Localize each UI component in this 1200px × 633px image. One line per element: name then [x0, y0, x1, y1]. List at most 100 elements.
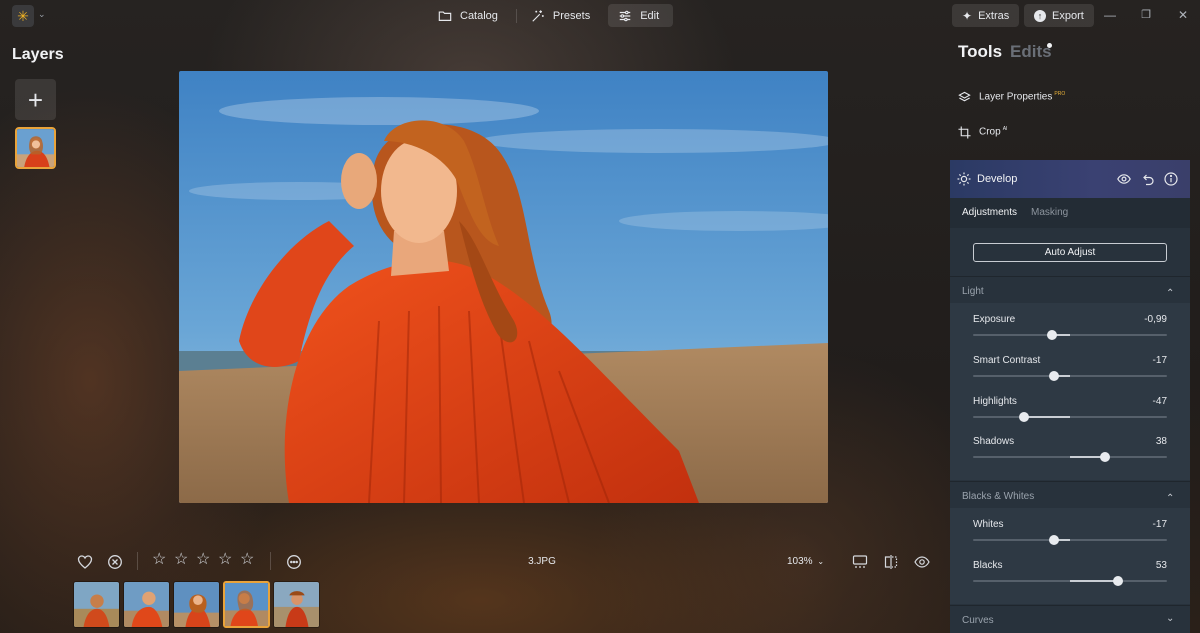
section-light-header[interactable]: Light — [962, 286, 984, 297]
main-photo[interactable] — [179, 71, 828, 503]
upload-circle-icon: ↑ — [1034, 9, 1046, 22]
tab-edits[interactable]: Edits — [1010, 42, 1052, 62]
zoom-value: 103% — [787, 556, 813, 567]
export-label: Export — [1052, 9, 1084, 22]
app-logo-button[interactable]: ✳ — [12, 5, 34, 27]
folder-icon — [438, 10, 452, 21]
blacks-value[interactable]: 53 — [1117, 560, 1167, 571]
sliders-icon — [619, 10, 631, 21]
blacks-label: Blacks — [973, 560, 1003, 571]
undo-icon[interactable] — [1141, 172, 1155, 186]
section-divider — [950, 481, 1190, 482]
section-divider — [950, 605, 1190, 606]
edits-indicator-dot — [1047, 43, 1052, 48]
tab-tools[interactable]: Tools — [958, 42, 1002, 62]
filmstrip-item[interactable] — [173, 581, 220, 628]
filmstrip-item-image — [74, 582, 119, 627]
layers-title: Layers — [12, 46, 64, 63]
tab-adjustments[interactable]: Adjustments — [962, 207, 1017, 218]
filmstrip-item-image — [124, 582, 169, 627]
filmstrip-item[interactable] — [273, 581, 320, 628]
chevron-up-icon[interactable]: ⌃ — [1166, 493, 1174, 504]
close-icon[interactable]: ✕ — [1176, 8, 1190, 22]
file-name: 3.JPG — [528, 556, 556, 567]
rating-star-5-icon[interactable]: ☆ — [240, 552, 254, 568]
nav-edit-label: Edit — [640, 9, 660, 22]
highlights-track[interactable] — [973, 412, 1167, 422]
tool-crop[interactable]: Crop AI — [958, 122, 1007, 142]
restore-icon[interactable]: ❐ — [1139, 8, 1153, 21]
whites-label: Whites — [973, 519, 1004, 530]
layer-properties-label: Layer Properties — [979, 91, 1053, 103]
smart-contrast-handle[interactable] — [1048, 371, 1059, 381]
exposure-track[interactable] — [973, 330, 1167, 340]
light-section — [950, 303, 1190, 480]
zoom-dropdown[interactable]: 103% ⌄ — [787, 556, 824, 567]
filmstrip-item[interactable] — [73, 581, 120, 628]
filmstrip-item[interactable] — [123, 581, 170, 628]
extras-label: Extras — [978, 9, 1010, 22]
nav-presets-label: Presets — [552, 9, 591, 22]
section-blacks-whites-header[interactable]: Blacks & Whites — [962, 491, 1034, 502]
chevron-down-icon[interactable]: ⌄ — [38, 9, 46, 20]
smart-contrast-value[interactable]: -17 — [1117, 355, 1167, 366]
exposure-value[interactable]: -0,99 — [1117, 314, 1167, 325]
highlights-value[interactable]: -47 — [1117, 396, 1167, 407]
more-options-icon[interactable] — [286, 554, 302, 570]
rating-star-4-icon[interactable]: ☆ — [218, 552, 232, 568]
auto-adjust-button[interactable]: Auto Adjust — [973, 243, 1167, 262]
chevron-down-icon[interactable]: ⌄ — [1166, 613, 1174, 624]
extras-button[interactable]: ✦ Extras — [952, 4, 1020, 27]
toolbar-divider — [137, 552, 138, 570]
whites-track[interactable] — [973, 535, 1167, 545]
layer-thumbnail-image — [17, 129, 54, 167]
whites-handle[interactable] — [1048, 535, 1059, 545]
chevron-down-icon: ⌄ — [817, 557, 825, 566]
shadows-value[interactable]: 38 — [1117, 436, 1167, 447]
nav-edit[interactable]: Edit — [608, 4, 674, 27]
export-button[interactable]: ↑ Export — [1024, 4, 1094, 27]
rating-star-1-icon[interactable]: ☆ — [152, 552, 166, 568]
blacks-track[interactable] — [973, 576, 1167, 586]
filmstrip — [73, 581, 320, 628]
whites-value[interactable]: -17 — [1117, 519, 1167, 530]
info-icon[interactable] — [1164, 172, 1178, 186]
rating-star-2-icon[interactable]: ☆ — [174, 552, 188, 568]
highlights-label: Highlights — [973, 396, 1017, 407]
sparkle-icon: ✦ — [962, 8, 973, 23]
eye-icon[interactable] — [914, 554, 930, 570]
rating-star-3-icon[interactable]: ☆ — [196, 552, 210, 568]
shadows-track[interactable] — [973, 452, 1167, 462]
smart-contrast-track[interactable] — [973, 371, 1167, 381]
reject-icon[interactable] — [107, 554, 123, 570]
develop-title: Develop — [977, 173, 1018, 185]
visibility-eye-icon[interactable] — [1117, 172, 1131, 186]
exposure-handle[interactable] — [1046, 330, 1057, 340]
minimize-icon[interactable]: — — [1103, 8, 1117, 22]
section-curves-header[interactable]: Curves — [962, 615, 994, 626]
add-layer-button[interactable]: + — [15, 79, 56, 120]
compare-icon[interactable] — [883, 554, 899, 570]
heart-icon[interactable] — [77, 554, 93, 570]
blacks-handle[interactable] — [1112, 576, 1123, 586]
window-bar: ✦ Extras ↑ Export — ❐ ✕ — [950, 0, 1200, 32]
crop-icon — [958, 125, 971, 139]
shadows-handle[interactable] — [1099, 452, 1110, 462]
nav-divider — [515, 9, 517, 23]
smart-contrast-label: Smart Contrast — [973, 355, 1041, 366]
shadows-label: Shadows — [973, 436, 1015, 447]
layer-thumbnail[interactable] — [15, 127, 56, 169]
ai-badge: AI — [1002, 126, 1008, 133]
layers-stack-icon — [958, 91, 971, 101]
filmstrip-item-selected[interactable] — [223, 581, 270, 628]
tab-masking[interactable]: Masking — [1031, 207, 1068, 218]
nav-catalog[interactable]: Catalog — [428, 4, 512, 27]
nav-presets[interactable]: Presets — [521, 4, 604, 27]
tool-layer-properties[interactable]: Layer Properties PRO — [958, 87, 1065, 107]
highlights-fill — [1024, 416, 1070, 418]
chevron-up-icon[interactable]: ⌃ — [1166, 288, 1174, 299]
photo-image — [179, 71, 828, 503]
sun-logo-icon: ✳ — [17, 7, 29, 24]
filmstrip-toggle-icon[interactable] — [852, 554, 868, 570]
toolbar-divider — [270, 552, 271, 570]
